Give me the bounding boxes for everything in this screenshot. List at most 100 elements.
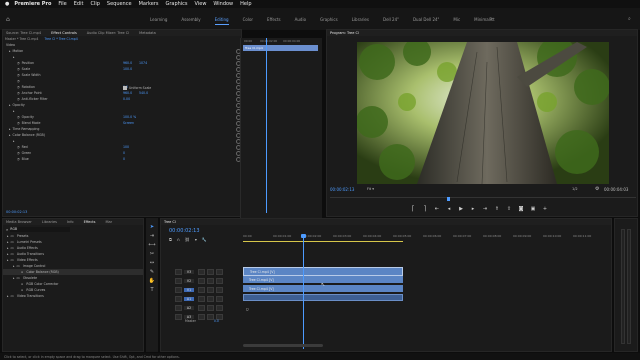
linked-selection-icon[interactable]: ⛓ bbox=[185, 237, 190, 242]
track-label[interactable]: V3 bbox=[184, 269, 194, 274]
lock-icon[interactable] bbox=[175, 286, 182, 293]
disclosure-triangle-icon[interactable]: ▸ bbox=[7, 258, 9, 262]
disclosure-triangle-icon[interactable]: ▸ bbox=[7, 240, 9, 244]
menu-clip[interactable]: Clip bbox=[90, 1, 99, 7]
disclosure-triangle-icon[interactable]: ▸ bbox=[7, 234, 9, 238]
stopwatch-icon[interactable]: ◔ bbox=[17, 151, 20, 155]
solo-icon[interactable] bbox=[216, 304, 223, 311]
clip-a1[interactable]: ◻ bbox=[243, 294, 403, 311]
ripple-edit-tool-icon[interactable]: ⟷ bbox=[148, 242, 155, 248]
toggle-output-icon[interactable] bbox=[216, 268, 223, 275]
effect-row-value[interactable]: 100 bbox=[123, 145, 129, 149]
stopwatch-icon[interactable]: ◔ bbox=[17, 73, 20, 77]
effect-row-value-2[interactable]: 540.0 bbox=[139, 91, 148, 95]
disclosure-triangle-icon[interactable]: ▸ bbox=[9, 103, 11, 107]
sync-lock-icon[interactable] bbox=[198, 295, 205, 302]
snap-icon[interactable]: ∩ bbox=[177, 237, 180, 242]
comparison-view-icon[interactable]: ▣ bbox=[530, 206, 536, 212]
selection-tool-icon[interactable]: ➤ bbox=[150, 224, 154, 230]
mark-out-icon[interactable]: ⎤ bbox=[422, 206, 428, 212]
menu-graphics[interactable]: Graphics bbox=[165, 1, 187, 7]
sequence-clip-label[interactable]: Tree Cl * Tree Cl.mp4 bbox=[44, 37, 77, 41]
tab-source[interactable]: Source: Tree Cl.mp4 bbox=[6, 31, 41, 35]
settings-icon[interactable]: ⚙ bbox=[595, 186, 599, 192]
stopwatch-icon[interactable]: ◔ bbox=[17, 97, 20, 101]
timeline-playhead[interactable] bbox=[303, 234, 304, 349]
effect-row-value[interactable]: 100.0 % bbox=[123, 115, 136, 119]
disclosure-triangle-icon[interactable]: ▸ bbox=[7, 252, 9, 256]
stopwatch-icon[interactable]: ◔ bbox=[17, 67, 20, 71]
track-label[interactable]: V2 bbox=[184, 278, 194, 283]
work-area-bar[interactable] bbox=[243, 241, 403, 242]
mute-icon[interactable] bbox=[207, 304, 214, 311]
go-to-in-icon[interactable]: ⇤ bbox=[434, 206, 440, 212]
effect-row-value[interactable]: 0 bbox=[123, 157, 125, 161]
toggle-output-icon[interactable] bbox=[216, 277, 223, 284]
workspaces-overflow-icon[interactable]: » bbox=[490, 16, 493, 22]
effect-row-value[interactable]: 960.0 bbox=[123, 91, 132, 95]
uniform-scale-checkbox[interactable] bbox=[123, 86, 127, 90]
effect-row-value[interactable]: 0.00 bbox=[123, 97, 130, 101]
sync-lock-icon[interactable] bbox=[198, 304, 205, 311]
disclosure-triangle-icon[interactable]: ▸ bbox=[13, 55, 15, 59]
disclosure-triangle-icon[interactable]: ▸ bbox=[9, 133, 11, 137]
timeline-timecode[interactable]: 00:00:02:13 bbox=[169, 228, 200, 234]
sync-lock-icon[interactable] bbox=[198, 277, 205, 284]
source-timecode[interactable]: 00:00:02:13 bbox=[6, 210, 27, 214]
home-icon[interactable]: ⌂ bbox=[6, 16, 10, 23]
effect-row-value[interactable]: Screen bbox=[123, 121, 134, 125]
program-playhead[interactable] bbox=[447, 197, 450, 201]
sync-lock-icon[interactable] bbox=[198, 268, 205, 275]
type-tool-icon[interactable]: T bbox=[150, 287, 153, 293]
tab-effects[interactable]: Effects bbox=[84, 220, 96, 224]
track-label[interactable]: V1 bbox=[184, 287, 194, 292]
workspace-learning[interactable]: Learning bbox=[150, 17, 167, 22]
menu-edit[interactable]: Edit bbox=[74, 1, 84, 7]
disclosure-triangle-icon[interactable]: ▸ bbox=[13, 276, 15, 280]
master-value[interactable]: 0.0 bbox=[214, 319, 219, 323]
workspace-dual-dell-24[interactable]: Dual Dell 24" bbox=[413, 17, 439, 22]
stopwatch-icon[interactable]: ◔ bbox=[17, 91, 20, 95]
menu-sequence[interactable]: Sequence bbox=[107, 1, 132, 7]
apple-menu-icon[interactable]: ● bbox=[5, 1, 9, 7]
hand-tool-icon[interactable]: ✋ bbox=[149, 278, 155, 284]
workspace-libraries[interactable]: Libraries bbox=[352, 17, 369, 22]
effects-tree-item[interactable]: ▸ ▭ Video Transitions bbox=[3, 293, 143, 299]
program-scrubber[interactable] bbox=[330, 197, 636, 201]
sync-lock-icon[interactable] bbox=[198, 286, 205, 293]
timeline-scrollbar[interactable] bbox=[243, 344, 323, 347]
program-fit-dropdown[interactable]: Fit ▾ bbox=[367, 187, 374, 191]
menu-view[interactable]: View bbox=[195, 1, 207, 7]
mute-icon[interactable] bbox=[207, 295, 214, 302]
add-marker-icon[interactable]: ▾ bbox=[195, 237, 197, 242]
stopwatch-icon[interactable]: ◔ bbox=[17, 61, 20, 65]
slip-tool-icon[interactable]: ↔ bbox=[150, 260, 154, 266]
tab-metadata[interactable]: Metadata bbox=[139, 31, 156, 35]
go-to-out-icon[interactable]: ⇥ bbox=[482, 206, 488, 212]
timeline-settings-icon[interactable]: 🔧 bbox=[202, 237, 207, 242]
search-icon[interactable]: ⌕ bbox=[628, 16, 631, 22]
tab-media-browser[interactable]: Media Browser bbox=[6, 220, 32, 224]
disclosure-triangle-icon[interactable]: ▸ bbox=[9, 127, 11, 131]
stopwatch-icon[interactable]: ◔ bbox=[17, 157, 20, 161]
workspace-mic[interactable]: Mic bbox=[453, 17, 460, 22]
lock-icon[interactable] bbox=[175, 295, 182, 302]
menu-markers[interactable]: Markers bbox=[139, 1, 159, 7]
track-select-tool-icon[interactable]: ⇥ bbox=[150, 233, 154, 239]
effect-row-value[interactable]: 100.0 bbox=[123, 67, 132, 71]
play-icon[interactable]: ▶ bbox=[458, 206, 464, 212]
pen-tool-icon[interactable]: ✎ bbox=[150, 269, 154, 275]
workspace-dell-24[interactable]: Dell 24" bbox=[383, 17, 399, 22]
workspace-audio[interactable]: Audio bbox=[295, 17, 306, 22]
program-timecode[interactable]: 00:00:02:13 bbox=[330, 187, 354, 192]
effect-row-value[interactable]: 0 bbox=[123, 151, 125, 155]
disclosure-triangle-icon[interactable]: ▸ bbox=[13, 109, 15, 113]
disclosure-triangle-icon[interactable]: ▸ bbox=[7, 246, 9, 250]
menu-window[interactable]: Window bbox=[213, 1, 233, 7]
extract-icon[interactable]: ⇧ bbox=[506, 206, 512, 212]
export-frame-icon[interactable]: ◙ bbox=[518, 206, 524, 212]
lock-icon[interactable] bbox=[175, 268, 182, 275]
stopwatch-icon[interactable]: ◔ bbox=[17, 145, 20, 149]
tab-program[interactable]: Program: Tree Cl bbox=[330, 31, 359, 35]
disclosure-triangle-icon[interactable]: ▸ bbox=[9, 49, 11, 53]
